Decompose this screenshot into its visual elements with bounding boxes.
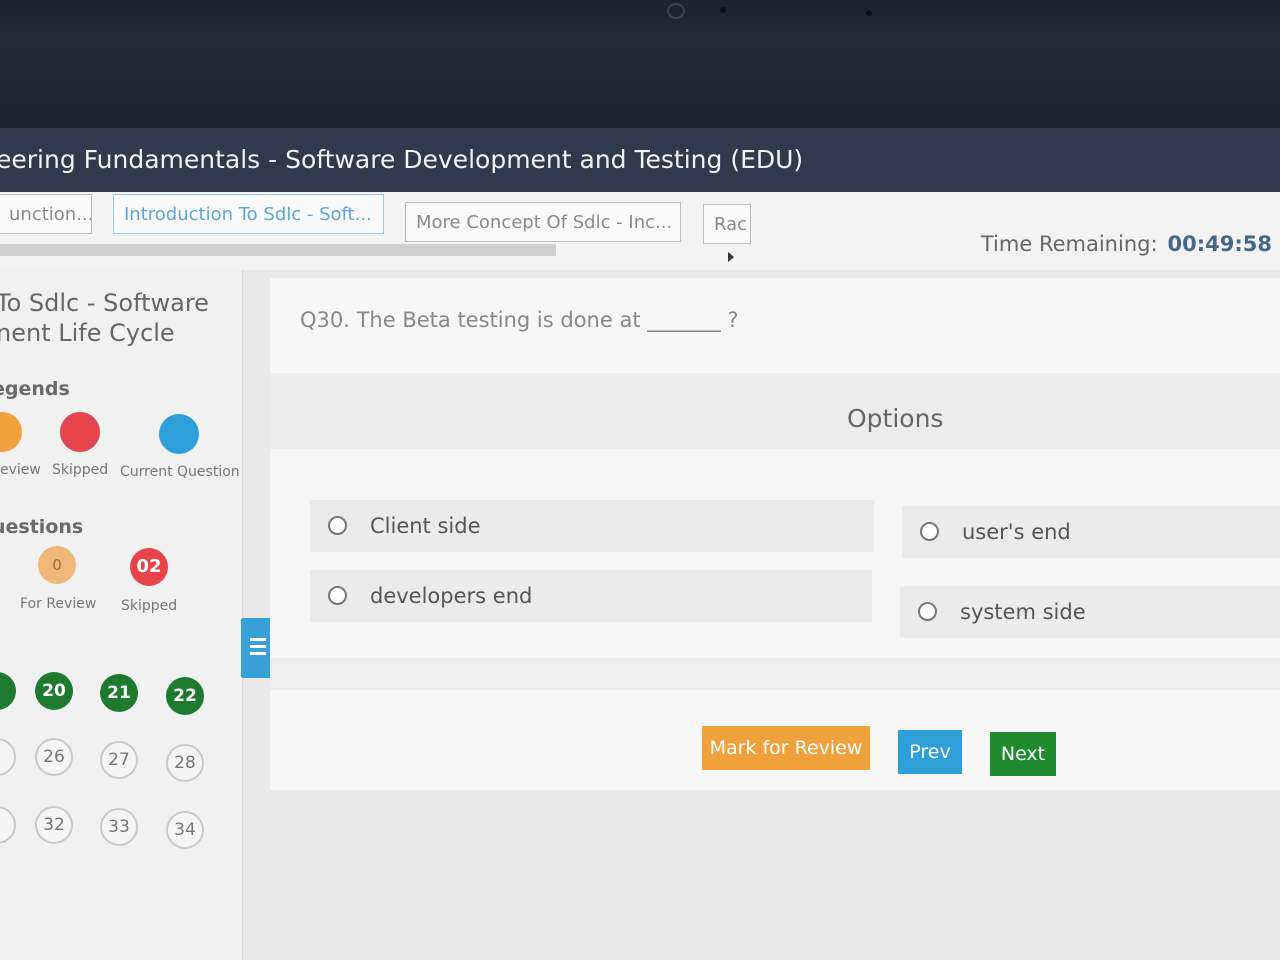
tab-section-1[interactable]: unction... (0, 194, 92, 234)
camera-icon (667, 3, 685, 19)
section-title-line1: To Sdlc - Software (0, 289, 209, 317)
section-title-line2: nent Life Cycle (0, 319, 175, 347)
option-4[interactable]: system side (900, 586, 1280, 638)
tab-section-4[interactable]: Rac (703, 204, 751, 244)
question-number[interactable]: 27 (100, 741, 138, 779)
legend-review-label: eview (0, 462, 41, 478)
skipped-label: Skipped (121, 598, 178, 614)
app-title-bar: eering Fundamentals - Software Developme… (0, 128, 1280, 192)
option-1-label: Client side (370, 514, 481, 538)
question-number-partial[interactable] (0, 672, 16, 710)
menu-icon-bar (250, 638, 266, 641)
tab-introduction-to-sdlc[interactable]: Introduction To Sdlc - Soft... (113, 194, 384, 234)
option-2[interactable]: user's end (902, 506, 1280, 558)
legend-review-dot (0, 412, 22, 452)
question-number[interactable]: 34 (166, 811, 204, 849)
bezel-dot (866, 10, 872, 16)
option-3-label: developers end (370, 584, 533, 608)
question-number[interactable]: 33 (100, 808, 138, 846)
option-2-label: user's end (962, 520, 1071, 544)
question-number[interactable]: 26 (35, 738, 73, 776)
options-footer-band (270, 658, 1280, 690)
prev-button[interactable]: Prev (898, 730, 962, 774)
options-header-band (270, 373, 1280, 449)
question-number[interactable]: 20 (35, 672, 73, 710)
question-text: Q30. The Beta testing is done at _______… (300, 308, 739, 332)
legend-skipped-label: Skipped (52, 462, 109, 478)
question-number[interactable]: 28 (166, 744, 204, 782)
options-heading: Options (847, 404, 944, 433)
bezel-dot (720, 7, 726, 13)
scroll-right-arrow-icon[interactable] (728, 252, 734, 262)
question-number[interactable]: 22 (166, 677, 204, 715)
time-remaining-label: Time Remaining: (980, 232, 1158, 256)
next-button[interactable]: Next (990, 732, 1056, 776)
legend-current-label: Current Question (120, 464, 240, 480)
for-review-label: For Review (20, 596, 97, 612)
option-3[interactable]: developers end (310, 570, 872, 622)
question-panel: Q30. The Beta testing is done at _______… (270, 278, 1280, 790)
tabs-scrollbar[interactable] (0, 244, 556, 256)
radio-icon[interactable] (920, 522, 939, 541)
for-review-count: 0 (38, 546, 76, 584)
menu-icon-bar (250, 645, 266, 648)
option-1[interactable]: Client side (310, 500, 874, 552)
radio-icon[interactable] (328, 516, 347, 535)
radio-icon[interactable] (328, 586, 347, 605)
time-remaining: Time Remaining: 00:49:58 (981, 232, 1272, 256)
legends-heading: egends (0, 378, 70, 400)
skipped-count: 02 (130, 548, 168, 586)
option-4-label: system side (960, 600, 1086, 624)
question-number[interactable]: 21 (100, 674, 138, 712)
questions-heading: uestions (0, 516, 84, 538)
section-tabs-bar: unction... Introduction To Sdlc - Soft..… (0, 192, 1280, 270)
app-title: eering Fundamentals - Software Developme… (0, 145, 804, 174)
tab-more-concept-of-sdlc[interactable]: More Concept Of Sdlc - Inc... (405, 202, 681, 242)
menu-icon-bar (250, 652, 266, 655)
radio-icon[interactable] (918, 602, 937, 621)
question-number-partial[interactable] (0, 738, 16, 776)
time-remaining-value: 00:49:58 (1167, 232, 1272, 256)
monitor-bezel (0, 0, 1280, 128)
mark-for-review-button[interactable]: Mark for Review (702, 726, 870, 770)
question-number-partial[interactable] (0, 806, 16, 844)
legend-current-dot (159, 414, 199, 454)
question-number[interactable]: 32 (35, 806, 73, 844)
section-title: To Sdlc - Software nent Life Cycle (0, 288, 226, 348)
question-palette-sidebar: To Sdlc - Software nent Life Cycle egend… (0, 270, 243, 960)
legend-skipped-dot (60, 412, 100, 452)
